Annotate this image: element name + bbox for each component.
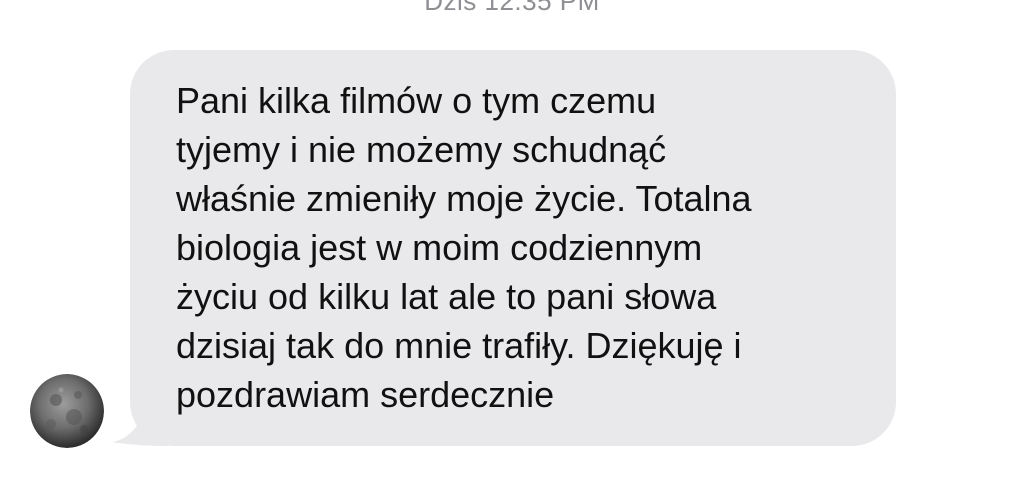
- moon-icon: [30, 374, 104, 448]
- message-bubble-body: Pani kilka filmów o tym czemu tyjemy i n…: [130, 50, 896, 446]
- message-text: Pani kilka filmów o tym czemu tyjemy i n…: [176, 80, 752, 415]
- contact-avatar[interactable]: [30, 374, 104, 448]
- message-timestamp: Dziś 12:35 PM: [424, 0, 600, 16]
- message-thread: Dziś 12:35 PM Pani kilka filmów o tym cz…: [0, 0, 1024, 478]
- incoming-message-bubble[interactable]: Pani kilka filmów o tym czemu tyjemy i n…: [112, 50, 896, 448]
